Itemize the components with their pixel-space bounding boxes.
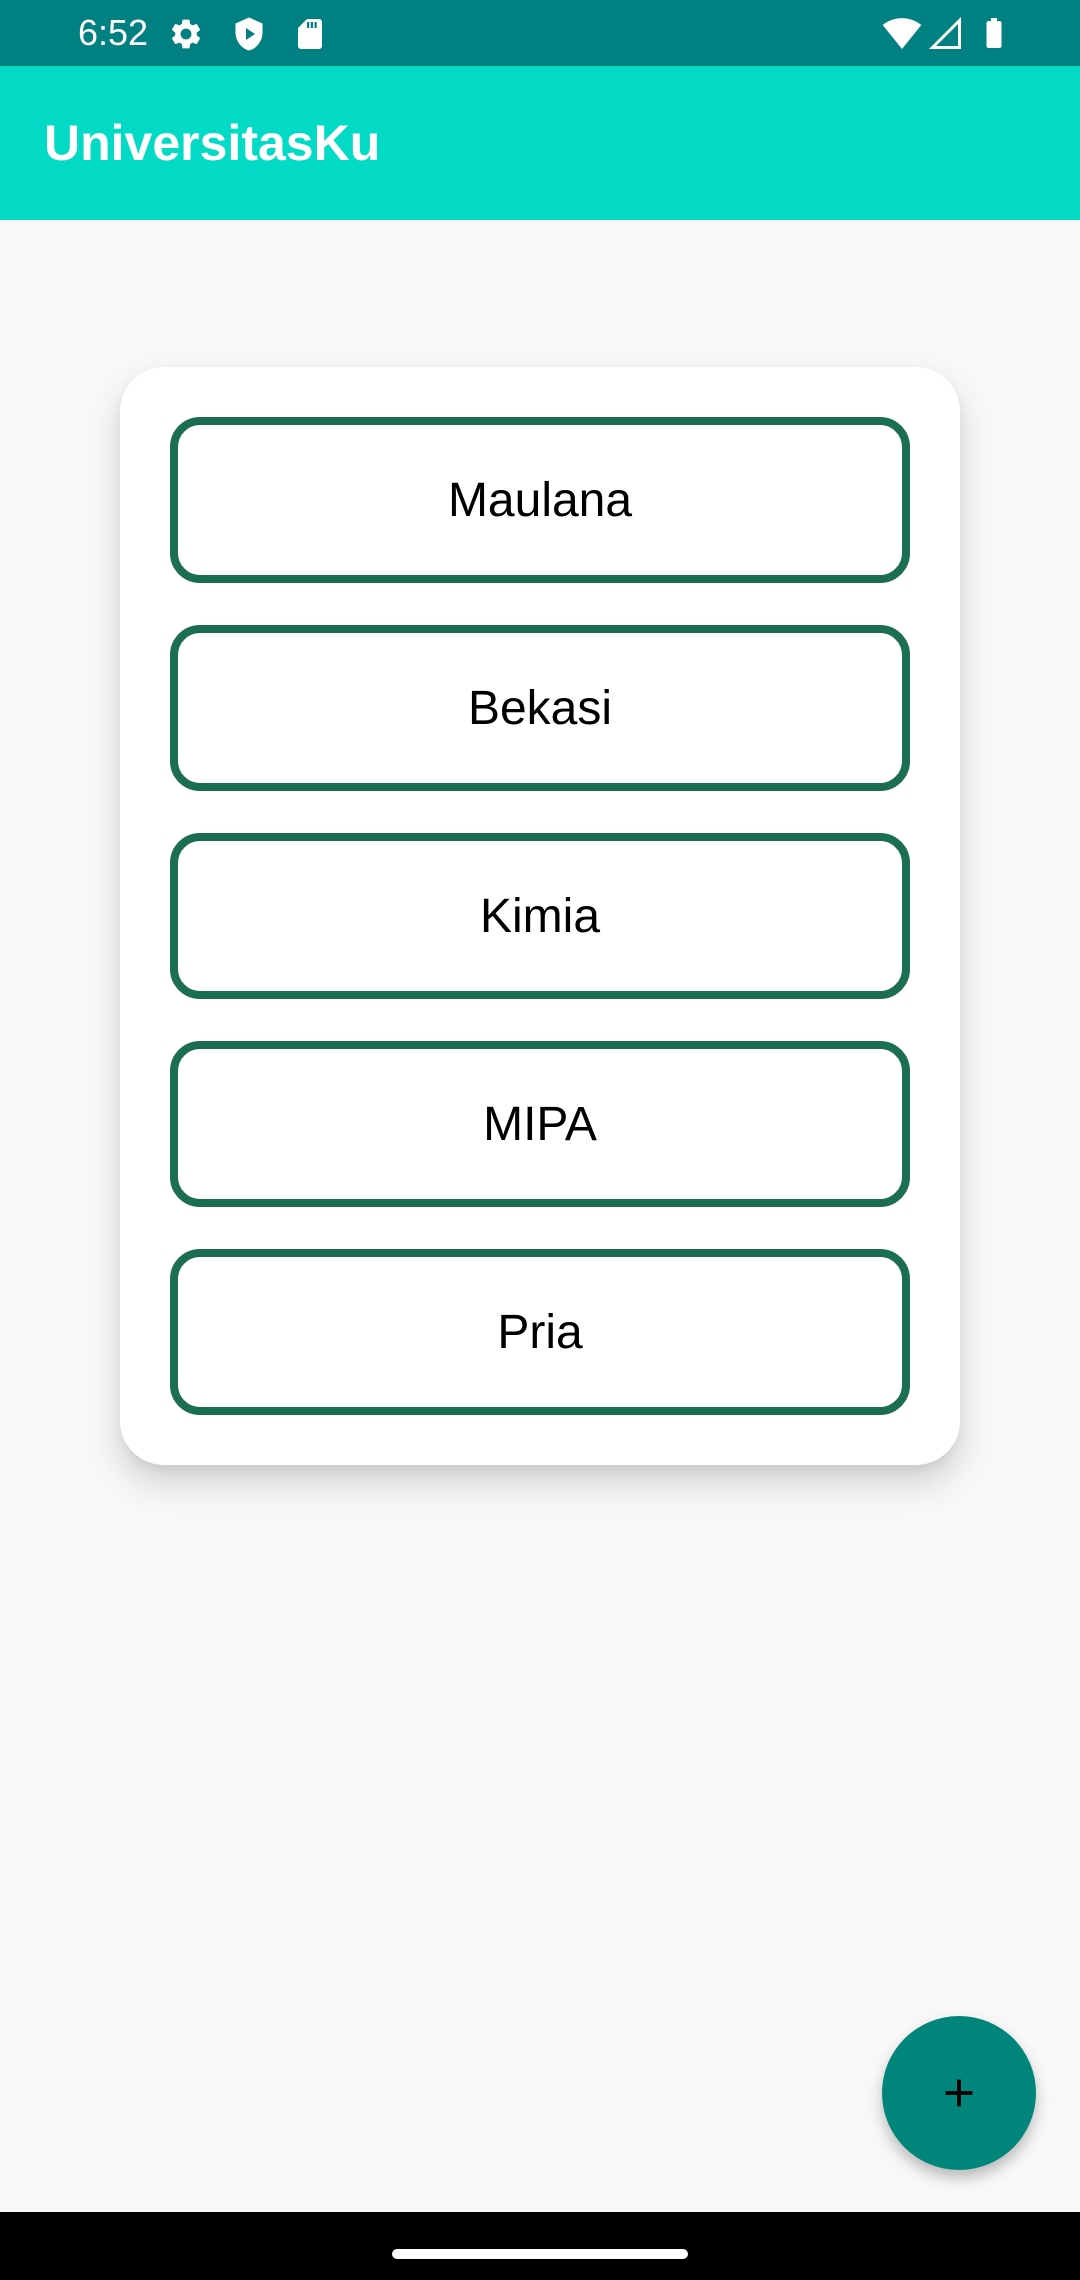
address-field[interactable]: Bekasi [170, 625, 910, 791]
wifi-icon [882, 18, 922, 49]
play-protect-icon [235, 17, 263, 51]
faculty-field[interactable]: MIPA [170, 1041, 910, 1207]
settings-icon [171, 19, 201, 49]
status-time: 6:52 [78, 12, 149, 53]
add-button[interactable] [882, 2016, 1036, 2170]
gender-field[interactable]: Pria [170, 1249, 910, 1415]
main-content: Maulana Bekasi Kimia MIPA Pria [0, 220, 1080, 2212]
status-bar: 6:52 [0, 0, 1080, 66]
sd-card-icon [298, 19, 322, 49]
battery-icon [986, 18, 1002, 48]
major-field[interactable]: Kimia [170, 833, 910, 999]
app-bar: UniversitasKu [0, 66, 1080, 220]
navigation-bar [0, 2212, 1080, 2280]
cellular-signal-icon [928, 16, 961, 49]
app-title: UniversitasKu [44, 115, 381, 171]
home-gesture-handle[interactable] [392, 2249, 688, 2259]
plus-icon [945, 2079, 973, 2107]
name-field[interactable]: Maulana [170, 417, 910, 583]
student-detail-card: Maulana Bekasi Kimia MIPA Pria [120, 367, 960, 1465]
